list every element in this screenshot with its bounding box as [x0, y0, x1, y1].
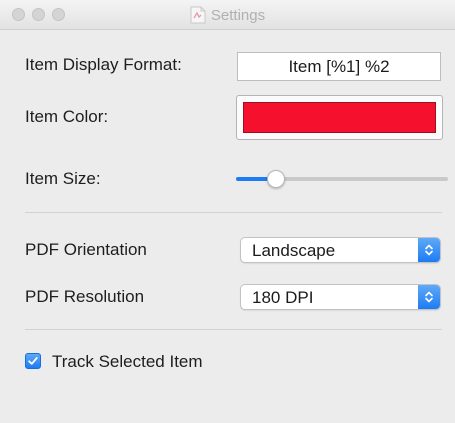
document-icon [190, 6, 206, 24]
separator-bottom [25, 329, 442, 330]
window-title-group: Settings [0, 0, 455, 30]
title-bar: Settings [0, 0, 455, 30]
pdf-orientation-popup[interactable]: Landscape [240, 237, 441, 263]
item-display-format-value: Item [%1] %2 [288, 56, 390, 76]
pdf-orientation-label: PDF Orientation [25, 240, 147, 259]
pdf-resolution-popup[interactable]: 180 DPI [240, 284, 441, 310]
settings-window: Settings Item Display Format: Item [%1] … [0, 0, 455, 423]
pdf-resolution-label: PDF Resolution [25, 287, 145, 306]
popup-arrows-icon [418, 285, 440, 309]
item-display-format-label: Item Display Format: [25, 55, 182, 74]
item-size-label: Item Size: [25, 169, 101, 188]
window-title: Settings [210, 6, 266, 24]
track-selected-label[interactable]: Track Selected Item [52, 352, 203, 372]
item-color-label: Item Color: [25, 107, 109, 126]
checkmark-icon [28, 357, 38, 365]
pdf-orientation-value: Landscape [252, 241, 336, 260]
track-selected-checkbox[interactable] [25, 353, 41, 369]
popup-arrows-icon [418, 238, 440, 262]
item-display-format-field[interactable]: Item [%1] %2 [237, 52, 441, 81]
pdf-resolution-value: 180 DPI [252, 288, 314, 307]
separator-top [25, 212, 442, 213]
item-color-swatch [243, 102, 436, 133]
item-color-well[interactable] [236, 95, 443, 140]
item-size-slider[interactable] [236, 168, 448, 190]
slider-knob[interactable] [267, 170, 285, 188]
